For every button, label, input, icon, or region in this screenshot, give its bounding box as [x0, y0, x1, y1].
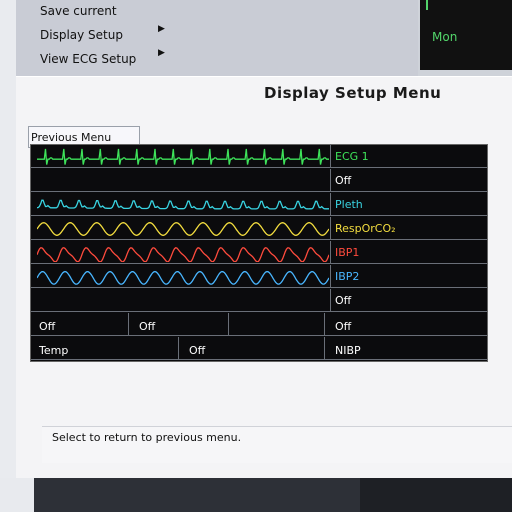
submenu-arrow-icon: ▶: [158, 48, 165, 58]
dialog-title: Display Setup Menu: [264, 84, 442, 102]
waveform-ecg: [37, 148, 329, 165]
parameter-cell[interactable]: Off: [31, 313, 129, 336]
parameter-cell[interactable]: Off: [181, 337, 325, 360]
channel-row[interactable]: RespOrCO₂: [31, 217, 487, 240]
waveform-ibp2: [37, 270, 329, 285]
waveform-cell: [31, 265, 331, 288]
menu-item-display-setup[interactable]: Display Setup: [40, 28, 123, 42]
channel-label[interactable]: IBP2: [333, 265, 489, 288]
channel-row[interactable]: Pleth: [31, 193, 487, 216]
submenu-arrow-icon: ▶: [158, 24, 165, 34]
waveform-resp: [37, 222, 329, 236]
channel-row[interactable]: IBP1: [31, 241, 487, 264]
menu-item-save-current[interactable]: Save current: [40, 4, 117, 18]
bottom-row: Off Off Off: [31, 313, 487, 336]
waveform-trace: [37, 199, 329, 210]
monitor-label: Mon: [432, 30, 458, 44]
menu-item-view-ecg-setup[interactable]: View ECG Setup: [40, 52, 136, 66]
channel-label[interactable]: IBP1: [333, 241, 489, 264]
bottom-left-bezel: [0, 478, 34, 512]
waveform-trace: [37, 148, 329, 165]
parameter-cell[interactable]: [231, 313, 325, 336]
monitor-tick: [426, 0, 428, 10]
channel-label[interactable]: Off: [333, 289, 489, 312]
waveform-cell: [31, 217, 331, 240]
waveform-cell: [31, 289, 331, 312]
waveform-trace: [37, 222, 329, 236]
waveform-pleth: [37, 199, 329, 210]
parameter-cell[interactable]: Off: [327, 313, 481, 336]
channel-row[interactable]: Off: [31, 169, 487, 192]
waveform-cell: [31, 241, 331, 264]
channel-label[interactable]: ECG 1: [333, 145, 489, 168]
parameter-cell[interactable]: Off: [131, 313, 229, 336]
channel-row[interactable]: Off: [31, 289, 487, 312]
channel-label[interactable]: RespOrCO₂: [333, 217, 489, 240]
bottom-row: Temp Off NIBP: [31, 337, 487, 360]
channel-label[interactable]: Off: [333, 169, 489, 192]
waveform-trace: [37, 270, 329, 285]
waveform-cell: [31, 145, 331, 168]
status-bar: Select to return to previous menu.: [42, 426, 512, 463]
waveform-trace: [37, 246, 329, 262]
parameter-cell[interactable]: Temp: [31, 337, 179, 360]
bottom-right-panel: [360, 478, 512, 512]
status-text: Select to return to previous menu.: [52, 431, 242, 444]
waveform-ibp1: [37, 246, 329, 262]
left-bezel: [0, 0, 16, 512]
waveform-cell: [31, 193, 331, 216]
channel-label[interactable]: Pleth: [333, 193, 489, 216]
channel-grid: ECG 1 Off Pleth RespOrCO₂ IBP1 IBP2 Off Off Off O…: [30, 144, 488, 362]
waveform-cell: [31, 169, 331, 192]
background-menu: Save current Display Setup ▶ View ECG Se…: [16, 0, 418, 80]
channel-row[interactable]: IBP2: [31, 265, 487, 288]
channel-row[interactable]: ECG 1: [31, 145, 487, 168]
parameter-cell[interactable]: NIBP: [327, 337, 481, 360]
